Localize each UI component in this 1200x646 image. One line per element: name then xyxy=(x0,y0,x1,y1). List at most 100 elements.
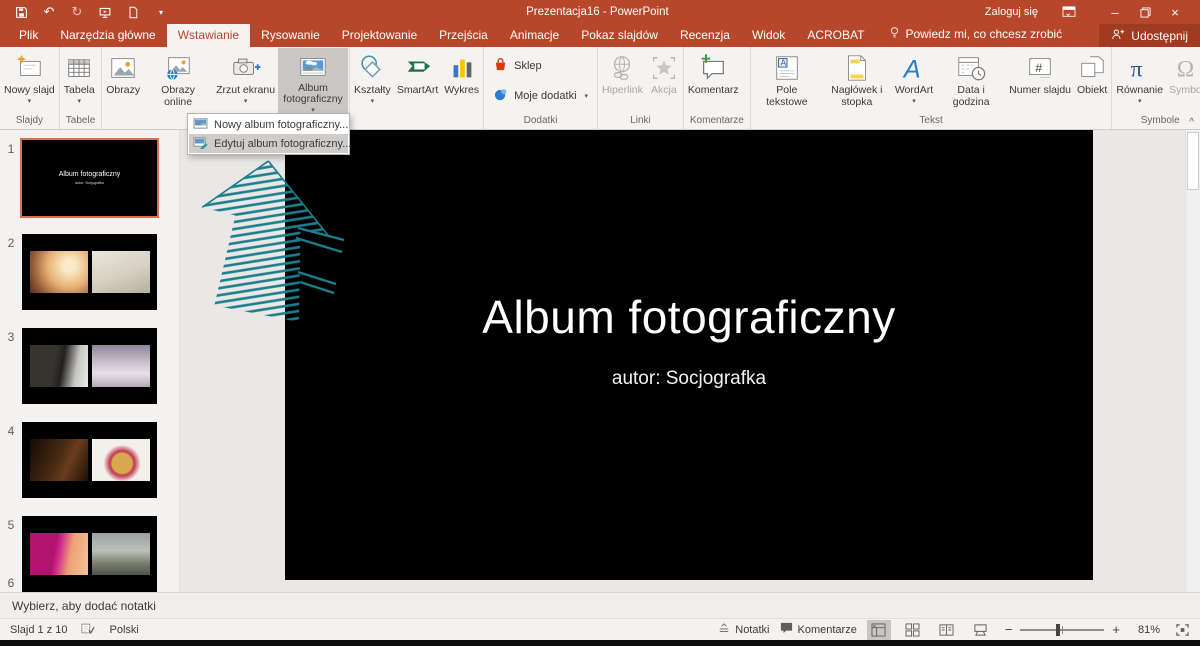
sign-in-link[interactable]: Zaloguj się xyxy=(985,6,1038,18)
tab-pokaz-slajdow[interactable]: Pokaz slajdów xyxy=(570,24,669,47)
table-button[interactable]: Tabela ▾ xyxy=(61,48,98,114)
date-time-button[interactable]: Data i godzina xyxy=(936,48,1006,114)
zoom-in-button[interactable]: + xyxy=(1110,622,1122,637)
ribbon-tab-bar: Plik Narzędzia główne Wstawianie Rysowan… xyxy=(0,24,1200,47)
comments-toggle[interactable]: Komentarze xyxy=(780,622,857,637)
action-button[interactable]: Akcja xyxy=(646,48,682,114)
thumbnail-slide-2[interactable]: 2 xyxy=(0,234,179,310)
text-box-icon: A xyxy=(772,51,802,85)
online-pictures-button[interactable]: Obrazy online xyxy=(143,48,213,114)
new-slide-icon xyxy=(14,51,44,85)
photo-album-dropdown: Nowy album fotograficzny... Edytuj album… xyxy=(187,113,350,155)
slide-canvas[interactable]: Album fotograficzny autor: Socjografka xyxy=(285,130,1093,580)
slide-subtitle-text[interactable]: autor: Socjografka xyxy=(612,368,766,390)
tab-recenzja[interactable]: Recenzja xyxy=(669,24,741,47)
undo-icon[interactable]: ↶ xyxy=(42,5,56,19)
object-button[interactable]: Obiekt xyxy=(1074,48,1110,114)
zoom-slider-handle[interactable] xyxy=(1056,624,1060,636)
store-button[interactable]: Sklep xyxy=(493,57,588,75)
customize-qat-icon[interactable]: ▾ xyxy=(154,5,168,19)
thumbnail-slide-6[interactable] xyxy=(22,580,156,592)
comment-button[interactable]: Komentarz xyxy=(685,48,742,114)
thumbnail-slide-3[interactable]: 3 xyxy=(0,328,179,404)
language-indicator[interactable]: Polski xyxy=(109,624,138,636)
slide-sorter-view-button[interactable] xyxy=(901,620,925,640)
share-person-icon xyxy=(1111,28,1125,44)
smartart-button[interactable]: SmartArt xyxy=(394,48,441,114)
quick-access-toolbar: ↶ ↻ ▾ xyxy=(0,5,210,19)
reading-view-button[interactable] xyxy=(935,620,959,640)
minimize-button[interactable]: – xyxy=(1100,0,1130,24)
chart-icon xyxy=(447,51,477,85)
hyperlink-button[interactable]: Hiperlink xyxy=(599,48,646,114)
tell-me-box[interactable]: Powiedz mi, co chcesz zrobić xyxy=(889,26,1062,47)
thumbnail-slide-1[interactable]: 1 Album fotograficzny autor: Socjografka xyxy=(0,140,179,216)
slideshow-view-button[interactable] xyxy=(969,620,993,640)
menu-item-new-photo-album[interactable]: Nowy album fotograficzny... xyxy=(189,115,348,134)
slide-title-text[interactable]: Album fotograficzny xyxy=(482,290,895,344)
tab-projektowanie[interactable]: Projektowanie xyxy=(331,24,428,47)
close-button[interactable]: × xyxy=(1160,0,1190,24)
group-label-dodatki: Dodatki xyxy=(484,114,597,129)
my-addins-icon xyxy=(493,87,508,105)
photo-placeholder xyxy=(92,533,150,575)
svg-text:π: π xyxy=(1130,56,1142,82)
lightbulb-icon xyxy=(889,26,900,42)
notes-toggle[interactable]: Notatki xyxy=(718,623,769,637)
svg-text:A: A xyxy=(780,58,786,68)
normal-view-button[interactable] xyxy=(867,620,891,640)
symbol-button[interactable]: Ω Symbol xyxy=(1166,48,1200,114)
tab-narzedzia-glowne[interactable]: Narzędzia główne xyxy=(49,24,166,47)
smartart-icon xyxy=(403,51,433,85)
restore-button[interactable] xyxy=(1130,0,1160,24)
new-document-icon[interactable] xyxy=(126,5,140,19)
tab-przejscia[interactable]: Przejścia xyxy=(428,24,499,47)
wordart-button[interactable]: A WordArt ▾ xyxy=(892,48,936,114)
thumbnail-slide-4[interactable]: 4 xyxy=(0,422,179,498)
zoom-slider-track[interactable] xyxy=(1020,629,1104,631)
notes-placeholder: Wybierz, aby dodać notatki xyxy=(12,599,156,613)
header-footer-button[interactable]: Nagłówek i stopka xyxy=(822,48,892,114)
text-box-button[interactable]: A Pole tekstowe xyxy=(752,48,822,114)
new-slide-button[interactable]: Nowy slajd ▾ xyxy=(1,48,58,114)
status-bar: Slajd 1 z 10 Polski Notatki Komentarze − xyxy=(0,618,1200,640)
vertical-scrollbar[interactable] xyxy=(1185,130,1200,592)
equation-button[interactable]: π Równanie ▾ xyxy=(1113,48,1166,114)
slide-counter: Slajd 1 z 10 xyxy=(10,624,67,636)
slide-thumbnail-panel: 1 Album fotograficzny autor: Socjografka… xyxy=(0,130,180,592)
tab-widok[interactable]: Widok xyxy=(741,24,796,47)
my-addins-button[interactable]: Moje dodatki ▾ xyxy=(493,87,588,105)
notes-area[interactable]: Wybierz, aby dodać notatki xyxy=(0,592,1200,618)
group-label-komentarze: Komentarze xyxy=(684,114,750,129)
slide-number-button[interactable]: # Numer slajdu xyxy=(1006,48,1074,114)
new-photo-album-icon xyxy=(193,117,208,133)
tab-animacje[interactable]: Animacje xyxy=(499,24,570,47)
start-slideshow-icon[interactable] xyxy=(98,5,112,19)
zoom-percentage[interactable]: 81% xyxy=(1132,624,1160,636)
share-button[interactable]: Udostępnij xyxy=(1099,24,1200,47)
tab-rysowanie[interactable]: Rysowanie xyxy=(250,24,331,47)
spellcheck-icon[interactable] xyxy=(81,622,95,638)
chart-button[interactable]: Wykres xyxy=(441,48,482,114)
pictures-button[interactable]: Obrazy xyxy=(103,48,143,114)
menu-item-edit-photo-album[interactable]: Edytuj album fotograficzny... xyxy=(189,134,348,153)
group-label-ilustracje xyxy=(350,114,483,129)
scrollbar-thumb[interactable] xyxy=(1187,132,1199,190)
shapes-button[interactable]: Kształty ▾ xyxy=(351,48,394,114)
photo-album-icon xyxy=(297,51,329,83)
collapse-ribbon-chevron[interactable]: ^ xyxy=(1189,117,1194,128)
photo-album-button[interactable]: Album fotograficzny ▾ xyxy=(278,48,348,114)
fit-slide-to-window-button[interactable] xyxy=(1170,620,1194,640)
tab-acrobat[interactable]: ACROBAT xyxy=(796,24,875,47)
tab-plik[interactable]: Plik xyxy=(8,24,49,47)
save-icon[interactable] xyxy=(14,5,28,19)
ribbon-display-options-icon[interactable] xyxy=(1054,0,1084,24)
screenshot-button[interactable]: Zrzut ekranu ▾ xyxy=(213,48,278,114)
tab-wstawianie[interactable]: Wstawianie xyxy=(167,24,250,47)
header-footer-icon xyxy=(842,51,872,85)
window-title: Prezentacja16 - PowerPoint xyxy=(210,6,985,18)
redo-icon[interactable]: ↻ xyxy=(70,5,84,19)
slide-editor: Album fotograficzny autor: Socjografka xyxy=(180,130,1200,592)
ribbon: Nowy slajd ▾ Slajdy Tabela ▾ Tabele xyxy=(0,47,1200,130)
zoom-out-button[interactable]: − xyxy=(1003,622,1015,637)
